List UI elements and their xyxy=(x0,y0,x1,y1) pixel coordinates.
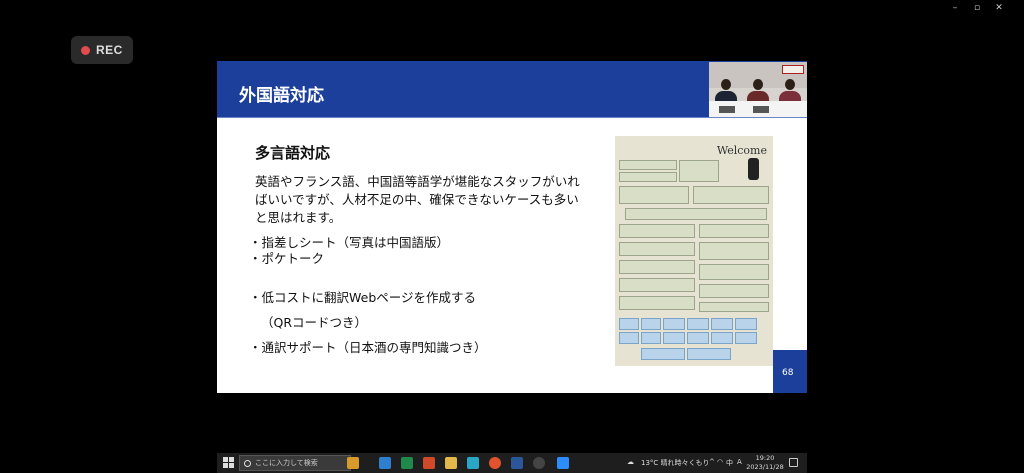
media-player-icon[interactable] xyxy=(533,457,545,469)
slide-paragraph: 英語やフランス語、中国語等語学が堪能なスタッフがいれ ばいいですが、人材不足の中… xyxy=(255,173,595,227)
wifi-icon[interactable]: ◠ xyxy=(717,458,723,466)
taskbar-clock[interactable]: 19:20 2023/11/28 xyxy=(744,454,786,472)
powerpoint-icon[interactable] xyxy=(423,457,435,469)
minimize-button[interactable]: – xyxy=(944,2,966,14)
briefcase-icon[interactable] xyxy=(347,457,359,469)
sake-bottle-icon xyxy=(748,158,759,180)
close-button[interactable]: ✕ xyxy=(988,2,1010,14)
mail-icon[interactable] xyxy=(379,457,391,469)
bullet-item: ・通訳サポート（日本酒の専門知識つき） xyxy=(249,340,487,355)
chrome-icon[interactable] xyxy=(489,457,501,469)
bullet-item: ・低コストに翻訳Webページを作成する xyxy=(249,290,477,305)
rec-label: REC xyxy=(96,43,123,57)
slide-subtitle: 多言語対応 xyxy=(255,144,331,162)
slide-header-divider xyxy=(217,117,807,118)
ime-mode[interactable]: A xyxy=(737,458,742,466)
maximize-button[interactable]: ▫ xyxy=(966,2,988,14)
record-dot-icon xyxy=(81,45,90,55)
window-controls: – ▫ ✕ xyxy=(944,2,1010,14)
excel-icon[interactable] xyxy=(401,457,413,469)
notification-icon[interactable] xyxy=(789,458,798,467)
weather-text[interactable]: 13°C 晴れ時々くもり xyxy=(641,458,710,468)
folder-icon[interactable] xyxy=(445,457,457,469)
search-placeholder: ここに入力して検索 xyxy=(255,459,318,467)
ime-lang[interactable]: 中 xyxy=(726,458,733,468)
windows-start-button[interactable] xyxy=(223,457,234,468)
bullet-item: ・ポケトーク xyxy=(249,251,325,266)
zoom-icon[interactable] xyxy=(557,457,569,469)
chevron-up-icon[interactable]: ^ xyxy=(709,458,715,466)
taskbar: ここに入力して検索 ☁ 13°C 晴れ時々くもり ^ ◠ 中 A 19:20 2… xyxy=(217,453,807,473)
weather-icon[interactable]: ☁ xyxy=(627,458,634,466)
paragraph-line: 英語やフランス語、中国語等語学が堪能なスタッフがいれ xyxy=(255,174,580,189)
page-number: 68 xyxy=(782,368,794,378)
shared-slide: 外国語対応 多言語対応 英語やフランス語、中国語等語学が堪能なスタッフがいれ ば… xyxy=(217,61,807,393)
search-icon xyxy=(244,459,251,467)
clock-date: 2023/11/28 xyxy=(746,463,784,471)
bullet-item: （QRコードつき） xyxy=(261,315,368,330)
pointing-sheet-photo: Welcome xyxy=(615,136,773,366)
photo-welcome-text: Welcome xyxy=(716,144,767,157)
word-icon[interactable] xyxy=(511,457,523,469)
wall-banner xyxy=(782,65,804,74)
paragraph-line: と思はれます。 xyxy=(255,210,342,225)
edge-icon[interactable] xyxy=(467,457,479,469)
paragraph-line: ばいいですが、人材不足の中、確保できないケースも多い xyxy=(255,192,579,207)
laptop-icon xyxy=(719,106,735,113)
taskbar-search-box[interactable]: ここに入力して検索 xyxy=(239,455,351,471)
participant-video-tile[interactable] xyxy=(709,62,807,117)
slide-title: 外国語対応 xyxy=(239,86,324,106)
clock-time: 19:20 xyxy=(755,454,775,462)
recording-indicator[interactable]: REC xyxy=(71,36,133,64)
laptop-icon xyxy=(753,106,769,113)
